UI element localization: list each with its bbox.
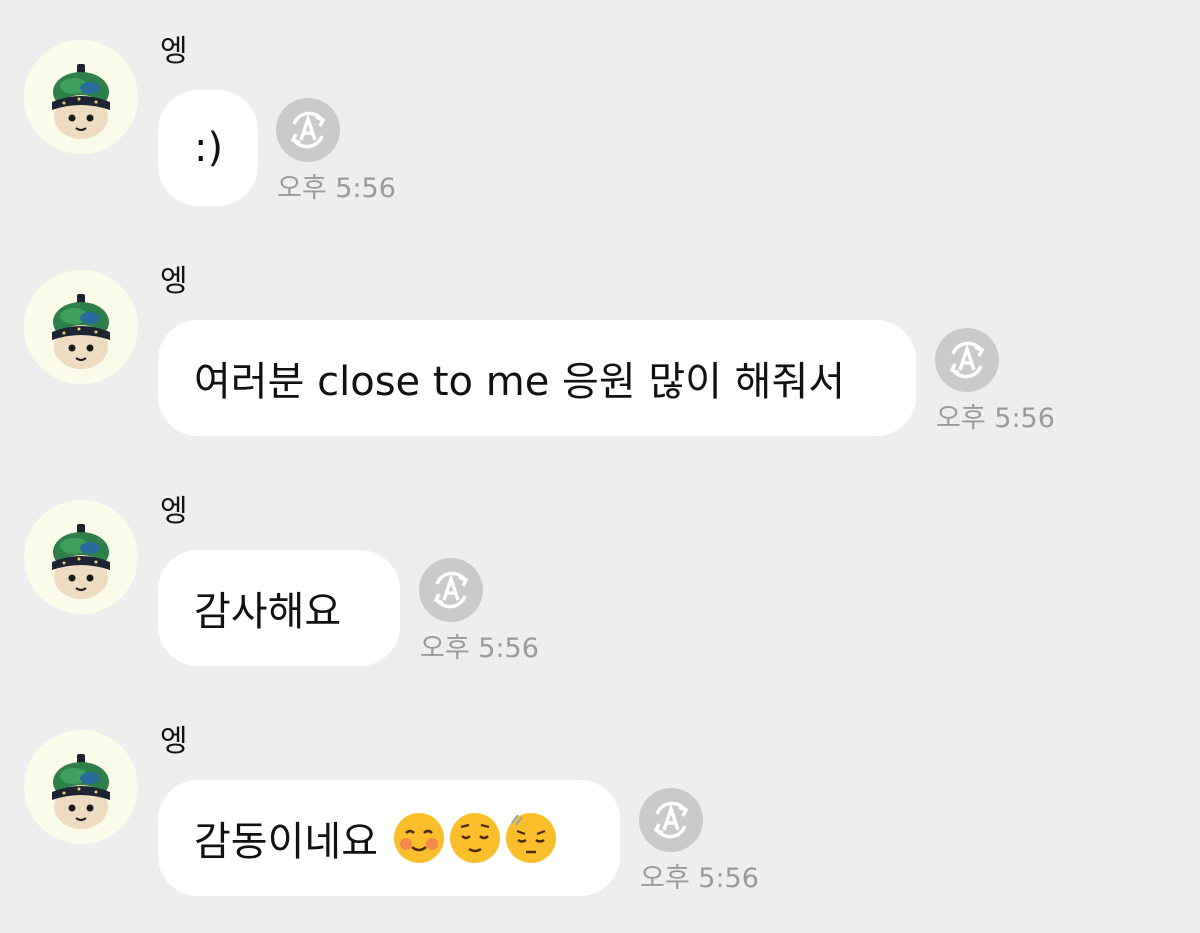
- message-timestamp: 오후 5:56: [277, 173, 396, 204]
- message-bubble[interactable]: :): [158, 90, 258, 206]
- sender-name: 엥: [160, 494, 188, 529]
- plush-doll-avatar-icon: [52, 294, 110, 369]
- sender-name: 엥: [160, 724, 188, 759]
- chat-message: 엥 감사해요 오후 5:56: [0, 460, 1200, 666]
- emoji-group: [392, 811, 558, 865]
- avatar[interactable]: [24, 730, 138, 844]
- message-bubble[interactable]: 감사해요: [158, 550, 400, 666]
- smiling-face-blushing-icon: [394, 813, 444, 863]
- auto-translate-button[interactable]: [276, 98, 340, 162]
- auto-translate-button[interactable]: [639, 788, 703, 852]
- chat-message: 엥 여러분 close to me 응원 많이 해줘서 오후 5:56: [0, 230, 1200, 436]
- avatar[interactable]: [24, 500, 138, 614]
- relieved-face-icon: [450, 813, 500, 863]
- message-text: :): [194, 125, 224, 171]
- sender-name: 엥: [160, 264, 188, 299]
- auto-translate-button[interactable]: [935, 328, 999, 392]
- auto-translate-button[interactable]: [419, 558, 483, 622]
- plush-doll-avatar-icon: [52, 64, 110, 139]
- message-text: 여러분 close to me 응원 많이 해줘서: [194, 359, 846, 405]
- message-timestamp: 오후 5:56: [936, 403, 1055, 434]
- avatar[interactable]: [24, 40, 138, 154]
- chat-message: 엥 :) 오후 5:56: [0, 0, 1200, 206]
- pensive-face-icon: [506, 813, 556, 863]
- message-timestamp: 오후 5:56: [640, 863, 759, 894]
- chat-message: 엥 감동이네요 오후 5:56: [0, 690, 1200, 896]
- message-bubble[interactable]: 감동이네요: [158, 780, 620, 896]
- avatar[interactable]: [24, 270, 138, 384]
- plush-doll-avatar-icon: [52, 754, 110, 829]
- message-text: 감동이네요: [194, 819, 378, 865]
- message-timestamp: 오후 5:56: [420, 633, 539, 664]
- message-text: 감사해요: [194, 589, 342, 635]
- auto-translate-icon: [433, 571, 469, 609]
- auto-translate-icon: [290, 111, 326, 149]
- message-bubble[interactable]: 여러분 close to me 응원 많이 해줘서: [158, 320, 916, 436]
- auto-translate-icon: [653, 801, 689, 839]
- sender-name: 엥: [160, 34, 188, 69]
- auto-translate-icon: [949, 341, 985, 379]
- plush-doll-avatar-icon: [52, 524, 110, 599]
